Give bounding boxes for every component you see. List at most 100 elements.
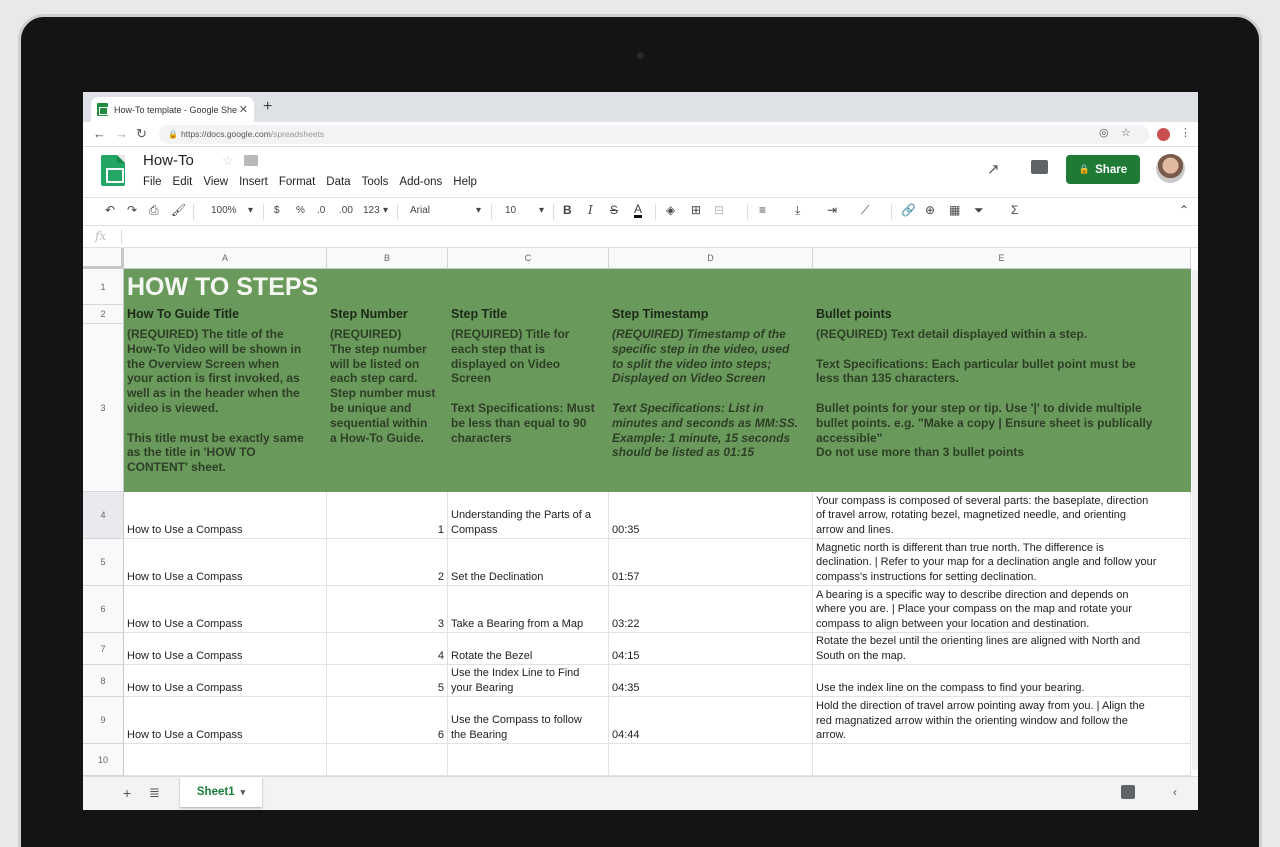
row-header[interactable]: 3 bbox=[83, 324, 124, 492]
paint-format-icon[interactable]: 🖌 bbox=[171, 203, 186, 217]
collapse-toolbar-icon[interactable]: ⌃ bbox=[1179, 203, 1189, 217]
description-cell-a[interactable]: (REQUIRED) The title of the How-To Video… bbox=[124, 324, 327, 492]
table-cell[interactable]: Rotate the bezel until the orienting lin… bbox=[813, 633, 1191, 665]
chevron-down-icon[interactable]: ▾ bbox=[539, 205, 544, 216]
share-button[interactable]: 🔒 Share bbox=[1066, 155, 1140, 184]
currency-format-button[interactable]: $ bbox=[274, 205, 280, 216]
column-header-a[interactable]: A bbox=[124, 248, 327, 269]
table-cell[interactable]: Use the Index Line to Find your Bearing bbox=[448, 665, 609, 697]
row-header[interactable]: 4 bbox=[83, 492, 124, 539]
fill-color-icon[interactable]: ◈ bbox=[666, 203, 675, 217]
header-cell-b[interactable]: Step Number bbox=[327, 305, 448, 324]
table-cell[interactable] bbox=[448, 744, 609, 776]
chevron-down-icon[interactable]: ▾ bbox=[476, 205, 481, 216]
table-cell[interactable]: How to Use a Compass bbox=[124, 697, 327, 744]
filter-icon[interactable]: ⏷ bbox=[974, 203, 984, 218]
activity-trend-icon[interactable]: ↗ bbox=[987, 160, 1000, 178]
menu-insert[interactable]: Insert bbox=[239, 176, 268, 188]
row-header[interactable]: 1 bbox=[83, 269, 124, 305]
merge-cells-icon[interactable]: ⊟ bbox=[714, 203, 724, 217]
chevron-down-icon[interactable]: ▾ bbox=[248, 205, 253, 216]
header-cell-d[interactable]: Step Timestamp bbox=[609, 305, 813, 324]
table-cell[interactable]: How to Use a Compass bbox=[124, 492, 327, 539]
table-cell[interactable]: 3 bbox=[327, 586, 448, 633]
reload-icon[interactable]: ↻ bbox=[136, 126, 147, 142]
vertical-scrollbar[interactable] bbox=[1192, 270, 1198, 770]
functions-icon[interactable]: Σ bbox=[1011, 203, 1018, 217]
zoom-select[interactable]: 100% bbox=[211, 205, 237, 216]
document-title[interactable]: How-To bbox=[143, 152, 194, 169]
green-band-row-1[interactable]: HOW TO STEPS bbox=[124, 269, 1191, 305]
table-cell[interactable]: 00:35 bbox=[609, 492, 813, 539]
table-cell[interactable]: Set the Declination bbox=[448, 539, 609, 586]
decrease-decimal-button[interactable]: .0 bbox=[317, 205, 325, 216]
menu-help[interactable]: Help bbox=[453, 176, 477, 188]
column-header-d[interactable]: D bbox=[609, 248, 813, 269]
description-cell-b[interactable]: (REQUIRED) The step number will be liste… bbox=[327, 324, 448, 492]
insert-link-icon[interactable]: 🔗 bbox=[901, 203, 916, 217]
forward-icon[interactable]: → bbox=[115, 126, 128, 141]
sheet-tab-sheet1[interactable]: Sheet1 ▾ bbox=[180, 777, 262, 807]
strikethrough-icon[interactable]: S bbox=[610, 203, 618, 217]
menu-addons[interactable]: Add-ons bbox=[399, 176, 442, 188]
table-cell[interactable]: 03:22 bbox=[609, 586, 813, 633]
row-header[interactable]: 8 bbox=[83, 665, 124, 697]
table-cell[interactable]: 04:44 bbox=[609, 697, 813, 744]
table-cell[interactable]: 01:57 bbox=[609, 539, 813, 586]
table-cell[interactable]: Use the index line on the compass to fin… bbox=[813, 665, 1191, 697]
table-cell[interactable]: Use the Compass to follow the Bearing bbox=[448, 697, 609, 744]
column-header-c[interactable]: C bbox=[448, 248, 609, 269]
menu-file[interactable]: File bbox=[143, 176, 162, 188]
location-icon[interactable]: ◎ bbox=[1099, 126, 1109, 139]
star-icon[interactable]: ☆ bbox=[222, 153, 234, 169]
row-header[interactable]: 5 bbox=[83, 539, 124, 586]
table-cell[interactable]: Understanding the Parts of a Compass bbox=[448, 492, 609, 539]
select-all-corner[interactable] bbox=[83, 248, 124, 269]
table-cell[interactable]: Magnetic north is different than true no… bbox=[813, 539, 1191, 586]
table-cell[interactable]: How to Use a Compass bbox=[124, 665, 327, 697]
print-icon[interactable]: ⎙ bbox=[149, 203, 159, 218]
sheets-logo-icon[interactable] bbox=[101, 155, 125, 186]
row-header[interactable]: 10 bbox=[83, 744, 124, 776]
column-header-e[interactable]: E bbox=[813, 248, 1191, 269]
table-cell[interactable]: 04:35 bbox=[609, 665, 813, 697]
profile-icon[interactable] bbox=[1157, 128, 1170, 141]
all-sheets-icon[interactable]: ≣ bbox=[149, 785, 160, 801]
menu-data[interactable]: Data bbox=[326, 176, 350, 188]
table-cell[interactable]: Hold the direction of travel arrow point… bbox=[813, 697, 1191, 744]
description-cell-d[interactable]: (REQUIRED) Timestamp of the specific ste… bbox=[609, 324, 813, 492]
borders-icon[interactable]: ⊞ bbox=[691, 203, 701, 217]
table-cell[interactable] bbox=[813, 744, 1191, 776]
italic-icon[interactable]: I bbox=[588, 203, 593, 217]
table-cell[interactable]: 04:15 bbox=[609, 633, 813, 665]
font-select[interactable]: Arial bbox=[410, 205, 430, 216]
column-header-b[interactable]: B bbox=[327, 248, 448, 269]
table-cell[interactable] bbox=[327, 744, 448, 776]
vertical-align-icon[interactable]: ⤓ bbox=[795, 203, 800, 218]
table-cell[interactable]: How to Use a Compass bbox=[124, 633, 327, 665]
table-cell[interactable]: Your compass is composed of several part… bbox=[813, 492, 1191, 539]
explore-icon[interactable] bbox=[1121, 785, 1135, 799]
bold-icon[interactable]: B bbox=[563, 203, 572, 217]
folder-icon[interactable] bbox=[244, 155, 258, 166]
table-cell[interactable]: A bearing is a specific way to describe … bbox=[813, 586, 1191, 633]
chevron-down-icon[interactable]: ▾ bbox=[241, 787, 246, 798]
table-cell[interactable]: 4 bbox=[327, 633, 448, 665]
horizontal-align-icon[interactable]: ≡ bbox=[759, 203, 766, 217]
menu-tools[interactable]: Tools bbox=[362, 176, 389, 188]
table-cell[interactable]: Rotate the Bezel bbox=[448, 633, 609, 665]
table-cell[interactable] bbox=[609, 744, 813, 776]
menu-format[interactable]: Format bbox=[279, 176, 315, 188]
comments-icon[interactable] bbox=[1031, 160, 1048, 174]
table-cell[interactable]: 6 bbox=[327, 697, 448, 744]
increase-decimal-button[interactable]: .00 bbox=[339, 205, 353, 216]
table-cell[interactable] bbox=[124, 744, 327, 776]
new-tab-icon[interactable]: + bbox=[263, 98, 272, 116]
description-cell-c[interactable]: (REQUIRED) Title for each step that is d… bbox=[448, 324, 609, 492]
add-sheet-icon[interactable]: + bbox=[123, 785, 131, 801]
formula-bar[interactable]: fx bbox=[83, 226, 1198, 248]
table-cell[interactable]: 2 bbox=[327, 539, 448, 586]
table-cell[interactable]: How to Use a Compass bbox=[124, 586, 327, 633]
bookmark-star-icon[interactable]: ☆ bbox=[1121, 126, 1131, 139]
header-cell-c[interactable]: Step Title bbox=[448, 305, 609, 324]
